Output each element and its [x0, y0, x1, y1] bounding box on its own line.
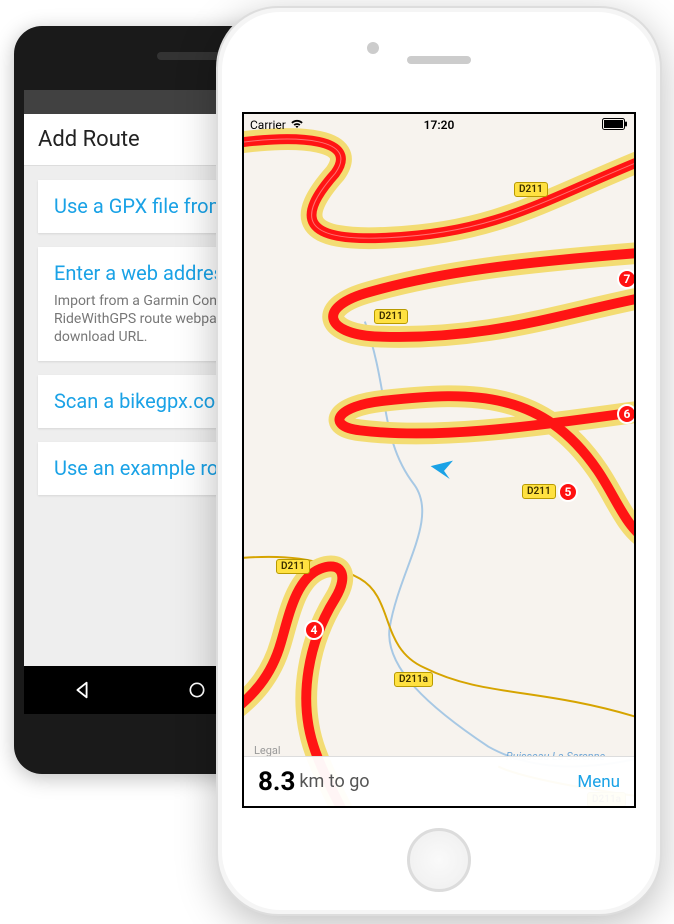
distance-value: 8.3: [258, 767, 295, 797]
clock: 17:20: [244, 118, 634, 132]
iphone-screen: D211 D211 D211 D211 D211a D211a 7 6 5 4 …: [242, 112, 636, 808]
triangle-back-icon: [71, 679, 93, 701]
road-label-d211: D211: [374, 309, 408, 324]
android-back-button[interactable]: [52, 679, 112, 701]
distance-marker: 7: [617, 269, 636, 289]
road-label-d211: D211: [522, 484, 556, 499]
circle-home-icon: [187, 680, 207, 700]
iphone-home-button[interactable]: [407, 828, 471, 892]
distance-marker: 5: [558, 482, 578, 502]
distance-marker: 4: [304, 620, 324, 640]
iphone-speaker: [407, 56, 471, 64]
road-label-d211: D211: [276, 559, 310, 574]
road-label-d211: D211: [514, 182, 548, 197]
ios-statusbar: Carrier 17:20: [244, 114, 634, 136]
iphone-inner: D211 D211 D211 D211 D211a D211a 7 6 5 4 …: [222, 12, 656, 910]
iphone-camera: [367, 42, 379, 54]
road-label-d211a: D211a: [394, 672, 433, 687]
bottom-bar: 8.3 km to go Menu: [244, 756, 634, 806]
distance-marker: 6: [617, 404, 636, 424]
distance-label: km to go: [299, 771, 369, 792]
page-title: Add Route: [38, 127, 140, 152]
current-position-arrow-icon: [427, 454, 455, 486]
menu-button[interactable]: Menu: [577, 772, 620, 792]
iphone-frame: D211 D211 D211 D211 D211a D211a 7 6 5 4 …: [216, 6, 662, 916]
